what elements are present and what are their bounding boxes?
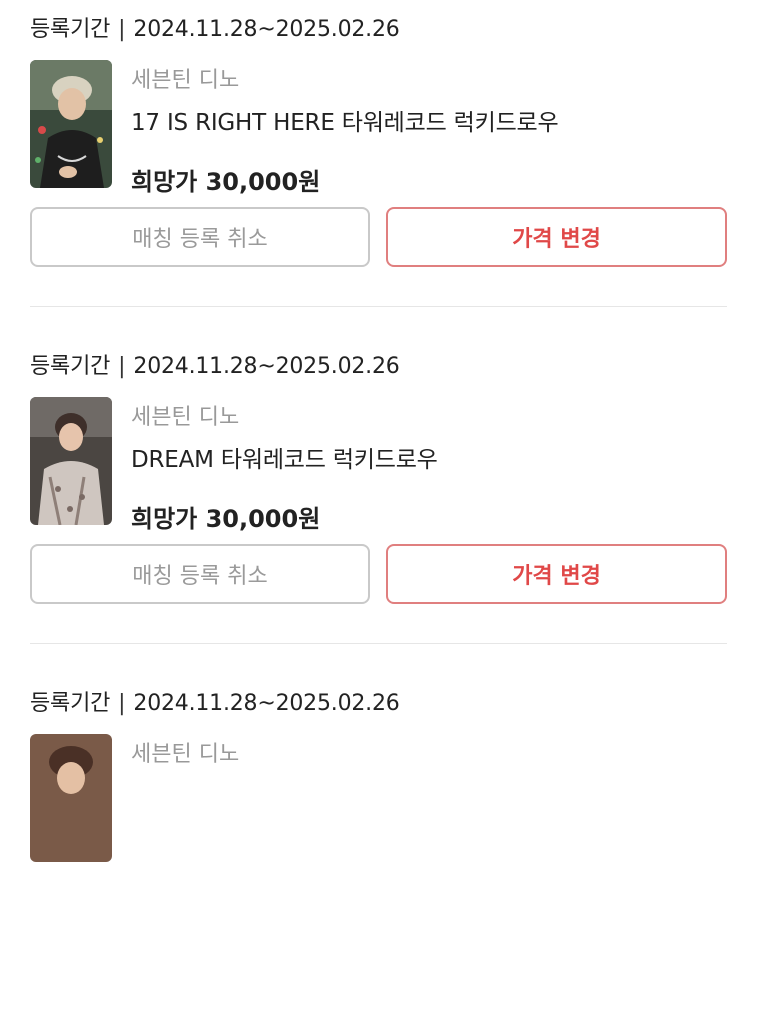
registration-period: 등록기간 | 2024.11.28~2025.02.26 bbox=[30, 685, 400, 717]
photocard-image bbox=[30, 397, 112, 525]
desired-price: 희망가 30,000원 bbox=[131, 505, 321, 533]
artist-name: 세븐틴 디노 bbox=[131, 742, 240, 767]
item-title[interactable]: DREAM 타워레코드 럭키드로우 bbox=[131, 440, 438, 474]
photocard-thumbnail[interactable] bbox=[30, 60, 112, 188]
divider bbox=[30, 643, 727, 644]
period-separator: | bbox=[118, 354, 126, 379]
artist-name: 세븐틴 디노 bbox=[131, 68, 240, 93]
desired-price: 희망가 30,000원 bbox=[131, 168, 321, 196]
listing-card: 등록기간 | 2024.11.28~2025.02.26 세븐틴 디노 17 IS … bbox=[0, 0, 757, 337]
photocard-image bbox=[30, 60, 112, 188]
cancel-matching-button[interactable]: 매칭 등록 취소 bbox=[30, 544, 370, 604]
period-separator: | bbox=[118, 17, 126, 42]
photocard-thumbnail[interactable] bbox=[30, 397, 112, 525]
period-range: 2024.11.28~2025.02.26 bbox=[133, 354, 400, 379]
listing-card: 등록기간 | 2024.11.28~2025.02.26 세븐틴 디노 DREAM … bbox=[0, 337, 757, 674]
photocard-thumbnail[interactable] bbox=[30, 734, 112, 862]
photocard-image bbox=[30, 734, 112, 862]
cancel-matching-button[interactable]: 매칭 등록 취소 bbox=[30, 207, 370, 267]
item-title[interactable]: 17 IS RIGHT HERE 타워레코드 럭키드로우 bbox=[131, 103, 559, 137]
period-label: 등록기간 bbox=[30, 354, 111, 379]
registration-period: 등록기간 | 2024.11.28~2025.02.26 bbox=[30, 11, 400, 43]
period-separator: | bbox=[118, 691, 126, 716]
period-range: 2024.11.28~2025.02.26 bbox=[133, 17, 400, 42]
change-price-button[interactable]: 가격 변경 bbox=[386, 207, 727, 267]
divider bbox=[30, 306, 727, 307]
artist-name: 세븐틴 디노 bbox=[131, 405, 240, 430]
period-label: 등록기간 bbox=[30, 691, 111, 716]
period-label: 등록기간 bbox=[30, 17, 111, 42]
change-price-button[interactable]: 가격 변경 bbox=[386, 544, 727, 604]
registration-period: 등록기간 | 2024.11.28~2025.02.26 bbox=[30, 348, 400, 380]
period-range: 2024.11.28~2025.02.26 bbox=[133, 691, 400, 716]
listing-card: 등록기간 | 2024.11.28~2025.02.26 세븐틴 디노 bbox=[0, 674, 757, 1011]
